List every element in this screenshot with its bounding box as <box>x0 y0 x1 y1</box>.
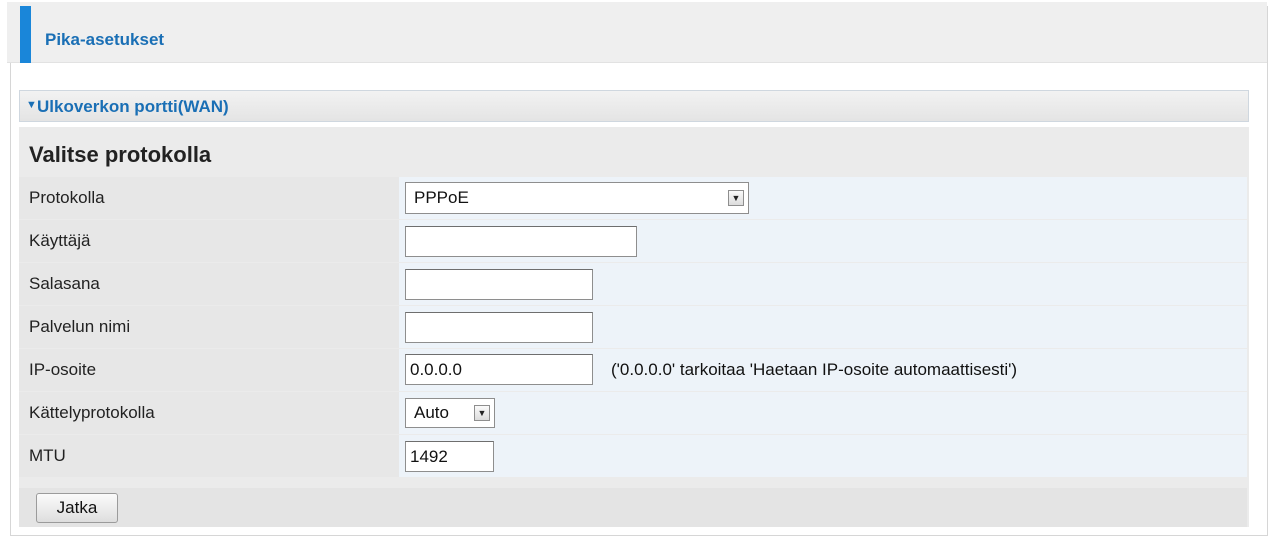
auth-protocol-select[interactable]: Auto ▼ <box>405 398 495 428</box>
user-label: Käyttäjä <box>19 220 399 262</box>
protocol-selected-value: PPPoE <box>414 188 469 207</box>
password-label: Salasana <box>19 263 399 305</box>
triangle-down-icon: ▼ <box>26 99 37 111</box>
row-protocol: Protokolla PPPoE ▼ <box>19 177 1249 220</box>
user-value-cell <box>399 220 1247 262</box>
service-name-input[interactable] <box>405 312 593 343</box>
ip-address-label: IP-osoite <box>19 349 399 391</box>
chevron-down-icon[interactable]: ▼ <box>474 405 490 421</box>
ip-address-hint: ('0.0.0.0' tarkoitaa 'Haetaan IP-osoite … <box>611 360 1018 379</box>
section-header[interactable]: ▼ Ulkoverkon portti(WAN) <box>19 90 1249 122</box>
continue-button[interactable]: Jatka <box>36 493 118 523</box>
ip-address-input[interactable] <box>405 354 593 385</box>
section-title: Ulkoverkon portti(WAN) <box>37 97 229 116</box>
row-auth-protocol: Kättelyprotokolla Auto ▼ <box>19 392 1249 435</box>
row-service-name: Palvelun nimi <box>19 306 1249 349</box>
auth-protocol-selected-value: Auto <box>414 403 449 422</box>
protocol-value-cell: PPPoE ▼ <box>399 177 1247 219</box>
row-user: Käyttäjä <box>19 220 1249 263</box>
row-mtu: MTU <box>19 435 1249 478</box>
wan-section: ▼ Ulkoverkon portti(WAN) Valitse protoko… <box>19 90 1249 530</box>
button-row: Jatka <box>19 488 1247 527</box>
service-name-value-cell <box>399 306 1247 348</box>
row-password: Salasana <box>19 263 1249 306</box>
auth-protocol-value-cell: Auto ▼ <box>399 392 1247 434</box>
page-header: Pika-asetukset <box>7 2 1267 63</box>
password-input[interactable] <box>405 269 593 300</box>
mtu-value-cell <box>399 435 1247 477</box>
protocol-label: Protokolla <box>19 177 399 219</box>
ip-address-value-cell: ('0.0.0.0' tarkoitaa 'Haetaan IP-osoite … <box>399 349 1247 391</box>
password-value-cell <box>399 263 1247 305</box>
service-name-label: Palvelun nimi <box>19 306 399 348</box>
auth-protocol-label: Kättelyprotokolla <box>19 392 399 434</box>
protocol-select[interactable]: PPPoE ▼ <box>405 182 749 214</box>
page-title: Pika-asetukset <box>45 30 165 49</box>
chevron-down-icon[interactable]: ▼ <box>728 190 744 206</box>
protocol-panel: Valitse protokolla Protokolla PPPoE ▼ Kä… <box>19 127 1249 527</box>
row-ip-address: IP-osoite ('0.0.0.0' tarkoitaa 'Haetaan … <box>19 349 1249 392</box>
mtu-label: MTU <box>19 435 399 477</box>
user-input[interactable] <box>405 226 637 257</box>
accent-bar <box>20 6 31 63</box>
panel-title: Valitse protokolla <box>29 142 212 167</box>
mtu-input[interactable] <box>405 441 494 472</box>
